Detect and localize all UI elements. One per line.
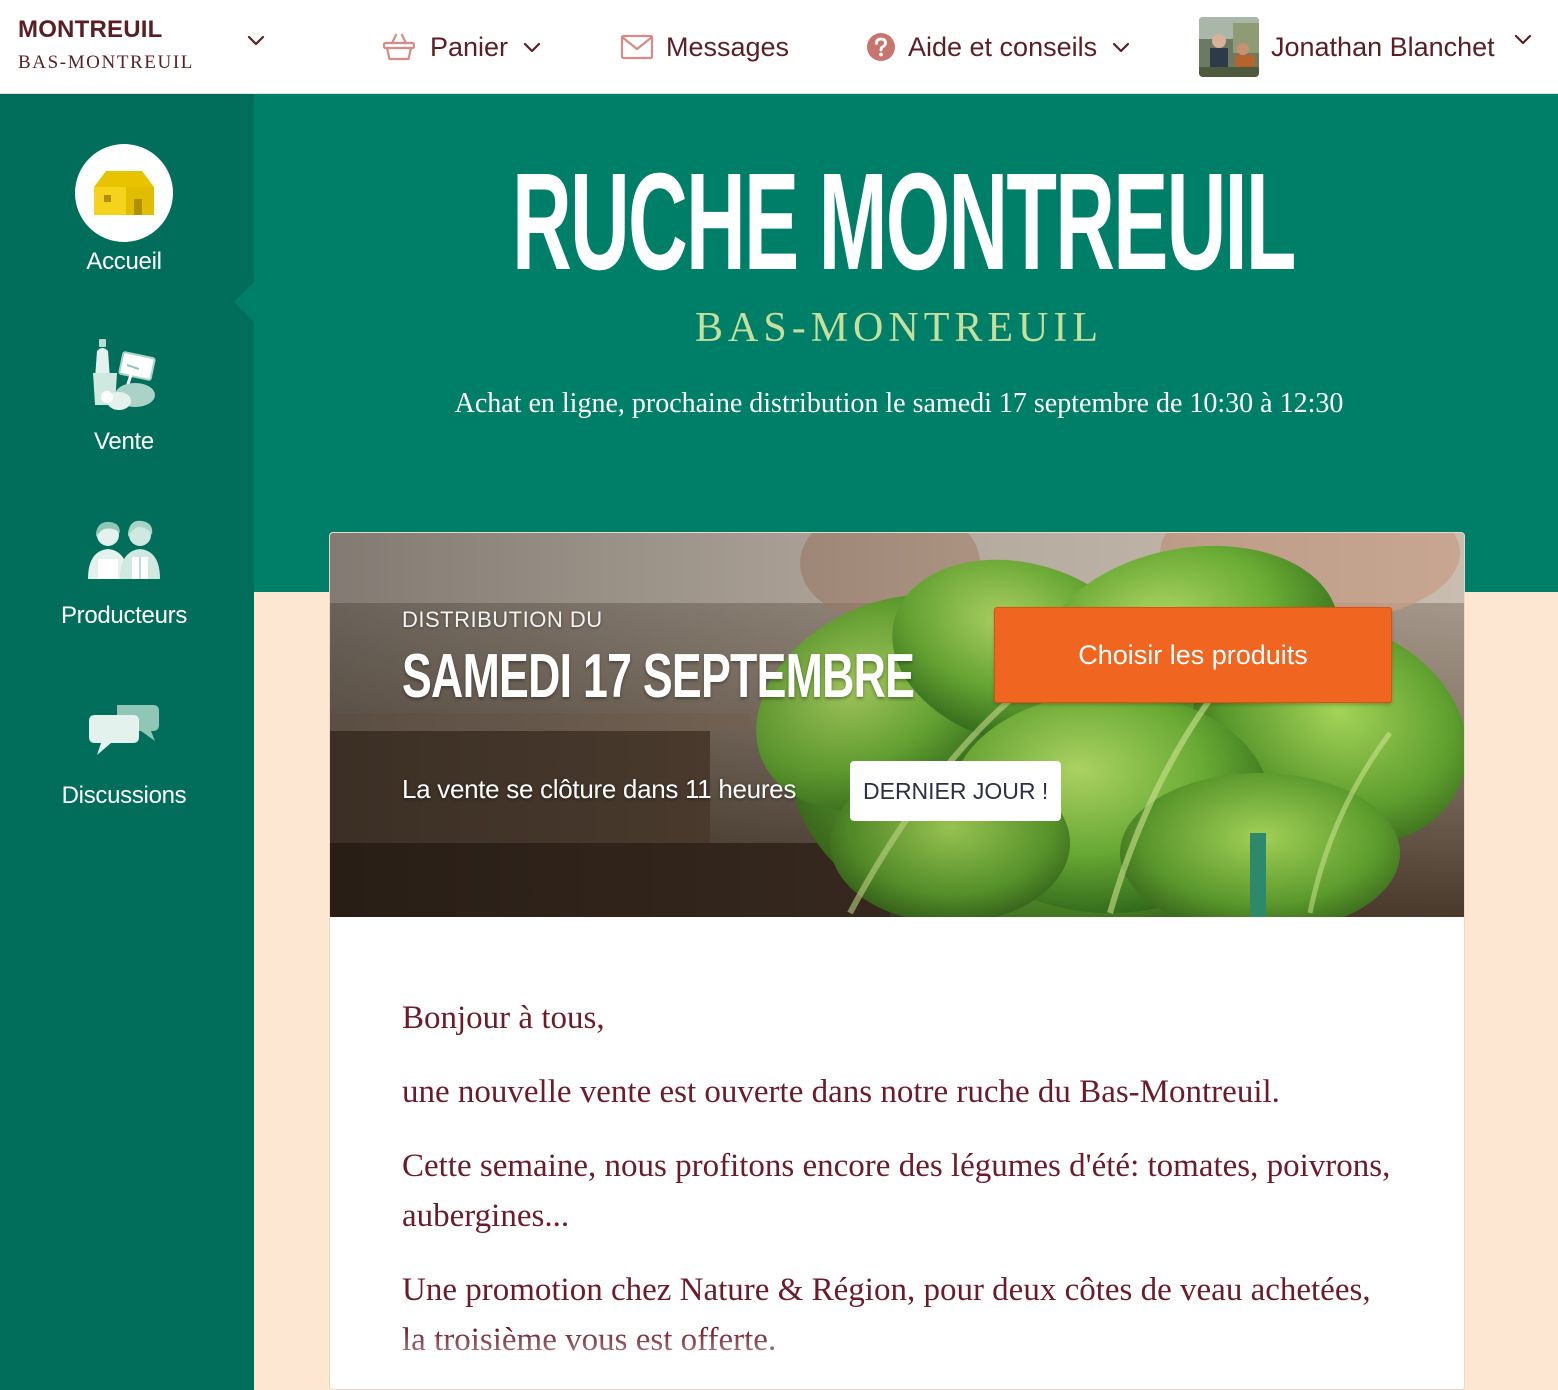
lettuce-photo — [330, 533, 1464, 917]
message-paragraph: Bonjour à tous, — [402, 1000, 605, 1036]
sale-items-icon — [75, 326, 173, 424]
distribution-info: Achat en ligne, prochaine distribution l… — [454, 388, 1344, 419]
hive-district: BAS-MONTREUIL — [18, 52, 194, 73]
sidebar-item-label: Discussions — [61, 782, 187, 809]
distribution-banner: DISTRIBUTION DU SAMEDI 17 SEPTEMBRE La v… — [330, 533, 1464, 917]
closing-countdown: La vente se clôture dans 11 heures — [402, 774, 797, 804]
hive-city: MONTREUIL — [18, 16, 163, 43]
choose-products-button[interactable]: Choisir les produits — [994, 607, 1392, 703]
chevron-down-icon — [523, 42, 541, 53]
sidebar-item-vente[interactable]: Vente — [0, 326, 248, 456]
active-indicator — [234, 280, 256, 324]
nav-aide-label: Aide et conseils — [908, 31, 1098, 62]
nav-panier[interactable]: Panier — [382, 0, 542, 94]
page-subtitle: BAS-MONTREUIL — [695, 305, 1103, 351]
last-day-badge: DERNIER JOUR ! — [850, 761, 1062, 821]
basket-icon — [382, 33, 416, 61]
hive-selector[interactable]: MONTREUIL BAS-MONTREUIL — [0, 0, 290, 94]
nav-messages[interactable]: Messages — [620, 0, 789, 94]
sidebar-item-producteurs[interactable]: Producteurs — [0, 500, 248, 630]
house-icon — [75, 144, 173, 242]
distribution-label: DISTRIBUTION DU — [402, 607, 603, 632]
envelope-icon — [620, 34, 654, 60]
message-paragraph: une nouvelle vente est ouverte dans notr… — [402, 1074, 1280, 1110]
distribution-date: SAMEDI 17 SEPTEMBRE — [402, 642, 915, 711]
chevron-down-icon — [247, 35, 265, 46]
content-fade — [330, 1329, 1464, 1389]
nav-aide[interactable]: Aide et conseils — [866, 0, 1131, 94]
avatar — [1199, 17, 1259, 77]
distribution-card: DISTRIBUTION DU SAMEDI 17 SEPTEMBRE La v… — [329, 532, 1465, 1390]
chevron-down-icon — [1113, 42, 1130, 53]
sidebar-item-label: Accueil — [86, 248, 162, 275]
nav-panier-label: Panier — [430, 31, 509, 62]
sidebar-item-accueil[interactable]: Accueil — [0, 144, 248, 276]
chat-bubbles-icon — [75, 680, 173, 778]
page-title: RUCHE MONTREUIL — [511, 145, 1296, 299]
sidebar: Accueil Vente Producteurs Discussions — [0, 94, 256, 1390]
sidebar-item-label: Vente — [94, 428, 154, 455]
chevron-down-icon — [1514, 34, 1531, 45]
sidebar-item-label: Producteurs — [60, 602, 188, 629]
producers-icon — [75, 500, 173, 598]
nav-messages-label: Messages — [666, 31, 790, 62]
top-bar: MONTREUIL BAS-MONTREUIL Panier Messages … — [0, 0, 1558, 94]
help-icon — [867, 33, 895, 61]
message-paragraph: Cette semaine, nous profitons encore des… — [402, 1148, 1391, 1234]
user-name: Jonathan Blanchet — [1271, 31, 1495, 62]
sidebar-item-discussions[interactable]: Discussions — [0, 680, 248, 810]
user-menu[interactable]: Jonathan Blanchet — [1199, 0, 1533, 94]
